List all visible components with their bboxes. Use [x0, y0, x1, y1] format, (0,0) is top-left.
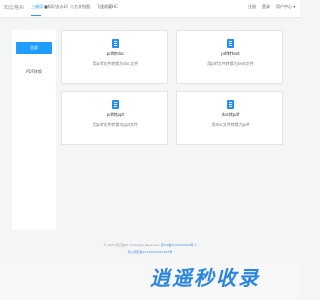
nav-item-docs[interactable]: 八方文档图 — [70, 4, 90, 10]
banner-text: 逍遥秒收录 — [150, 266, 260, 290]
login-link[interactable]: 登录 — [262, 4, 270, 10]
footer-copyright-line: © 2023 知云格AI. All Rights Reserved. 京ICP备… — [0, 243, 300, 247]
document-icon — [112, 39, 119, 48]
document-icon — [112, 100, 119, 109]
card-description: 用pdf文件转换为text文件 — [207, 61, 254, 66]
category-sidebar: 全部 PDF转换 — [12, 30, 56, 230]
card-description: 用doc文件转换为pdf — [211, 122, 250, 127]
user-center-menu[interactable]: 用户中心 ▾ — [276, 4, 295, 10]
card-title: pdf转doc — [106, 51, 125, 56]
tool-card[interactable]: pdf转text 用pdf文件转换为text文件 — [176, 30, 283, 84]
card-title: pdf转ppt — [106, 112, 125, 117]
tool-card[interactable]: doc转pdf 用doc文件转换为pdf — [176, 91, 283, 145]
tool-card[interactable]: pdf转doc 用pdf文件转换为doc文件 — [61, 30, 168, 84]
tool-card[interactable]: pdf转ppt 用pdf文件转换为ppt文件 — [61, 91, 168, 145]
card-description: 用pdf文件转换为ppt文件 — [92, 122, 139, 127]
nav-item-favorites[interactable]: 飞速收藏HC — [96, 4, 118, 10]
nav-item-tools[interactable]: 三键用 — [31, 4, 43, 10]
sidebar-item-pdf-convert[interactable]: PDF转换 — [16, 66, 52, 78]
sidebar-item-all[interactable]: 全部 — [16, 42, 52, 54]
icp-link[interactable]: 京ICP备2023000000号-1 — [161, 243, 197, 247]
nav-item-watermark[interactable]: ■知识去水印 — [44, 4, 68, 10]
card-description: 用pdf文件转换为doc文件 — [92, 61, 139, 66]
card-title: pdf转text — [221, 51, 240, 56]
register-link[interactable]: 注册 — [248, 4, 256, 10]
document-icon — [227, 100, 234, 109]
copyright-text: © 2023 知云格AI. All Rights Reserved. — [103, 243, 160, 247]
document-icon — [227, 39, 234, 48]
police-record-link[interactable]: 京公网安备11010502012345号 — [128, 250, 173, 254]
promo-banner[interactable]: 逍遥秒收录 — [0, 258, 300, 300]
card-title: doc转pdf — [221, 112, 240, 117]
active-tab-indicator — [31, 15, 41, 16]
top-navbar: 知云格AI 三键用 ■知识去水印 八方文档图 飞速收藏HC 注册 登录 用户中心… — [0, 0, 300, 18]
site-logo[interactable]: 知云格AI — [4, 4, 24, 11]
footer-police-line: 京公网安备11010502012345号 — [0, 250, 300, 254]
